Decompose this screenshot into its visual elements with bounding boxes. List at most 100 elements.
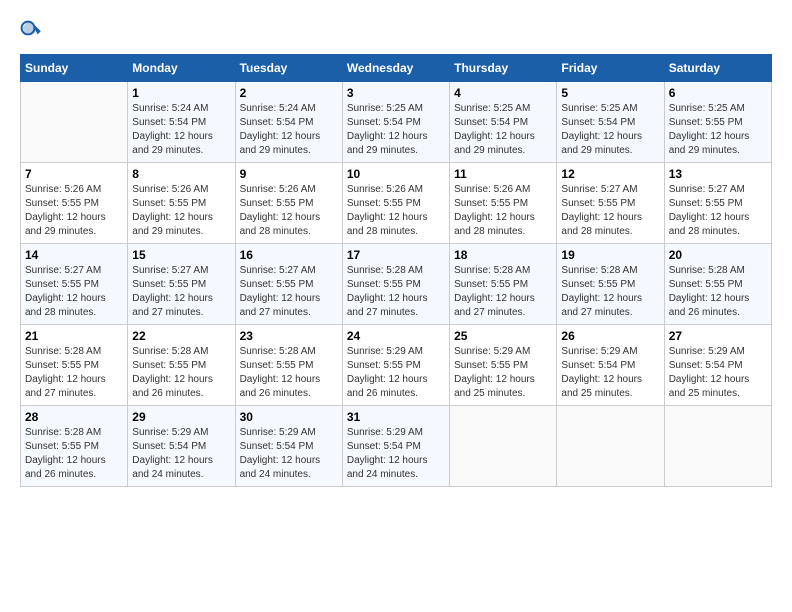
day-number: 11 — [454, 167, 552, 181]
day-info: Sunrise: 5:28 AM Sunset: 5:55 PM Dayligh… — [561, 264, 659, 320]
day-info: Sunrise: 5:24 AM Sunset: 5:54 PM Dayligh… — [132, 102, 230, 158]
day-number: 18 — [454, 248, 552, 262]
calendar-cell — [557, 406, 664, 487]
day-info: Sunrise: 5:27 AM Sunset: 5:55 PM Dayligh… — [25, 264, 123, 320]
day-number: 28 — [25, 410, 123, 424]
day-info: Sunrise: 5:29 AM Sunset: 5:54 PM Dayligh… — [561, 345, 659, 401]
day-info: Sunrise: 5:29 AM Sunset: 5:54 PM Dayligh… — [347, 426, 445, 482]
day-number: 13 — [669, 167, 767, 181]
day-info: Sunrise: 5:25 AM Sunset: 5:54 PM Dayligh… — [347, 102, 445, 158]
calendar-cell: 16 Sunrise: 5:27 AM Sunset: 5:55 PM Dayli… — [235, 244, 342, 325]
day-number: 23 — [240, 329, 338, 343]
column-header-thursday: Thursday — [450, 55, 557, 82]
day-info: Sunrise: 5:27 AM Sunset: 5:55 PM Dayligh… — [561, 183, 659, 239]
calendar-cell: 19 Sunrise: 5:28 AM Sunset: 5:55 PM Dayli… — [557, 244, 664, 325]
day-info: Sunrise: 5:26 AM Sunset: 5:55 PM Dayligh… — [25, 183, 123, 239]
day-number: 4 — [454, 86, 552, 100]
calendar-cell: 27 Sunrise: 5:29 AM Sunset: 5:54 PM Dayli… — [664, 325, 771, 406]
day-info: Sunrise: 5:26 AM Sunset: 5:55 PM Dayligh… — [347, 183, 445, 239]
day-number: 8 — [132, 167, 230, 181]
calendar-week-5: 28 Sunrise: 5:28 AM Sunset: 5:55 PM Dayli… — [21, 406, 772, 487]
column-header-saturday: Saturday — [664, 55, 771, 82]
day-info: Sunrise: 5:24 AM Sunset: 5:54 PM Dayligh… — [240, 102, 338, 158]
calendar-week-3: 14 Sunrise: 5:27 AM Sunset: 5:55 PM Dayli… — [21, 244, 772, 325]
column-header-wednesday: Wednesday — [342, 55, 449, 82]
calendar-cell: 15 Sunrise: 5:27 AM Sunset: 5:55 PM Dayli… — [128, 244, 235, 325]
day-number: 10 — [347, 167, 445, 181]
day-number: 24 — [347, 329, 445, 343]
calendar-cell: 30 Sunrise: 5:29 AM Sunset: 5:54 PM Dayli… — [235, 406, 342, 487]
day-number: 6 — [669, 86, 767, 100]
day-number: 1 — [132, 86, 230, 100]
calendar-cell: 14 Sunrise: 5:27 AM Sunset: 5:55 PM Dayli… — [21, 244, 128, 325]
calendar-cell: 17 Sunrise: 5:28 AM Sunset: 5:55 PM Dayli… — [342, 244, 449, 325]
calendar-week-1: 1 Sunrise: 5:24 AM Sunset: 5:54 PM Daylig… — [21, 82, 772, 163]
column-header-monday: Monday — [128, 55, 235, 82]
day-info: Sunrise: 5:27 AM Sunset: 5:55 PM Dayligh… — [132, 264, 230, 320]
calendar-cell: 18 Sunrise: 5:28 AM Sunset: 5:55 PM Dayli… — [450, 244, 557, 325]
day-number: 20 — [669, 248, 767, 262]
day-info: Sunrise: 5:28 AM Sunset: 5:55 PM Dayligh… — [347, 264, 445, 320]
calendar-cell: 26 Sunrise: 5:29 AM Sunset: 5:54 PM Dayli… — [557, 325, 664, 406]
day-number: 27 — [669, 329, 767, 343]
day-number: 16 — [240, 248, 338, 262]
day-number: 9 — [240, 167, 338, 181]
calendar-week-4: 21 Sunrise: 5:28 AM Sunset: 5:55 PM Dayli… — [21, 325, 772, 406]
day-info: Sunrise: 5:27 AM Sunset: 5:55 PM Dayligh… — [669, 183, 767, 239]
column-header-sunday: Sunday — [21, 55, 128, 82]
calendar-cell — [21, 82, 128, 163]
day-number: 12 — [561, 167, 659, 181]
calendar-cell: 5 Sunrise: 5:25 AM Sunset: 5:54 PM Daylig… — [557, 82, 664, 163]
day-number: 5 — [561, 86, 659, 100]
day-info: Sunrise: 5:28 AM Sunset: 5:55 PM Dayligh… — [669, 264, 767, 320]
day-info: Sunrise: 5:29 AM Sunset: 5:54 PM Dayligh… — [132, 426, 230, 482]
calendar-cell: 10 Sunrise: 5:26 AM Sunset: 5:55 PM Dayli… — [342, 163, 449, 244]
day-info: Sunrise: 5:29 AM Sunset: 5:55 PM Dayligh… — [347, 345, 445, 401]
calendar-cell: 28 Sunrise: 5:28 AM Sunset: 5:55 PM Dayli… — [21, 406, 128, 487]
day-number: 15 — [132, 248, 230, 262]
calendar-cell: 2 Sunrise: 5:24 AM Sunset: 5:54 PM Daylig… — [235, 82, 342, 163]
day-info: Sunrise: 5:29 AM Sunset: 5:55 PM Dayligh… — [454, 345, 552, 401]
day-number: 17 — [347, 248, 445, 262]
day-info: Sunrise: 5:26 AM Sunset: 5:55 PM Dayligh… — [132, 183, 230, 239]
day-info: Sunrise: 5:29 AM Sunset: 5:54 PM Dayligh… — [240, 426, 338, 482]
calendar-cell: 20 Sunrise: 5:28 AM Sunset: 5:55 PM Dayli… — [664, 244, 771, 325]
day-info: Sunrise: 5:25 AM Sunset: 5:55 PM Dayligh… — [669, 102, 767, 158]
day-number: 3 — [347, 86, 445, 100]
calendar-week-2: 7Sunrise: 5:26 AM Sunset: 5:55 PM Daylig… — [21, 163, 772, 244]
calendar-cell: 25 Sunrise: 5:29 AM Sunset: 5:55 PM Dayli… — [450, 325, 557, 406]
day-number: 25 — [454, 329, 552, 343]
day-number: 2 — [240, 86, 338, 100]
day-info: Sunrise: 5:26 AM Sunset: 5:55 PM Dayligh… — [454, 183, 552, 239]
calendar-cell: 12 Sunrise: 5:27 AM Sunset: 5:55 PM Dayli… — [557, 163, 664, 244]
day-number: 31 — [347, 410, 445, 424]
day-number: 30 — [240, 410, 338, 424]
day-info: Sunrise: 5:28 AM Sunset: 5:55 PM Dayligh… — [132, 345, 230, 401]
day-info: Sunrise: 5:25 AM Sunset: 5:54 PM Dayligh… — [454, 102, 552, 158]
calendar-table: SundayMondayTuesdayWednesdayThursdayFrid… — [20, 54, 772, 487]
day-info: Sunrise: 5:28 AM Sunset: 5:55 PM Dayligh… — [25, 345, 123, 401]
day-number: 22 — [132, 329, 230, 343]
day-info: Sunrise: 5:28 AM Sunset: 5:55 PM Dayligh… — [25, 426, 123, 482]
day-info: Sunrise: 5:25 AM Sunset: 5:54 PM Dayligh… — [561, 102, 659, 158]
day-info: Sunrise: 5:28 AM Sunset: 5:55 PM Dayligh… — [454, 264, 552, 320]
calendar-cell — [450, 406, 557, 487]
calendar-cell — [664, 406, 771, 487]
column-header-friday: Friday — [557, 55, 664, 82]
calendar-cell: 13 Sunrise: 5:27 AM Sunset: 5:55 PM Dayli… — [664, 163, 771, 244]
day-number: 21 — [25, 329, 123, 343]
day-info: Sunrise: 5:27 AM Sunset: 5:55 PM Dayligh… — [240, 264, 338, 320]
day-info: Sunrise: 5:29 AM Sunset: 5:54 PM Dayligh… — [669, 345, 767, 401]
logo-icon — [20, 20, 44, 44]
day-number: 14 — [25, 248, 123, 262]
calendar-cell: 21 Sunrise: 5:28 AM Sunset: 5:55 PM Dayli… — [21, 325, 128, 406]
calendar-cell: 22 Sunrise: 5:28 AM Sunset: 5:55 PM Dayli… — [128, 325, 235, 406]
day-number: 26 — [561, 329, 659, 343]
calendar-cell: 6 Sunrise: 5:25 AM Sunset: 5:55 PM Daylig… — [664, 82, 771, 163]
day-number: 19 — [561, 248, 659, 262]
day-info: Sunrise: 5:28 AM Sunset: 5:55 PM Dayligh… — [240, 345, 338, 401]
day-number: 29 — [132, 410, 230, 424]
page-header — [20, 20, 772, 44]
calendar-cell: 3 Sunrise: 5:25 AM Sunset: 5:54 PM Daylig… — [342, 82, 449, 163]
day-info: Sunrise: 5:26 AM Sunset: 5:55 PM Dayligh… — [240, 183, 338, 239]
